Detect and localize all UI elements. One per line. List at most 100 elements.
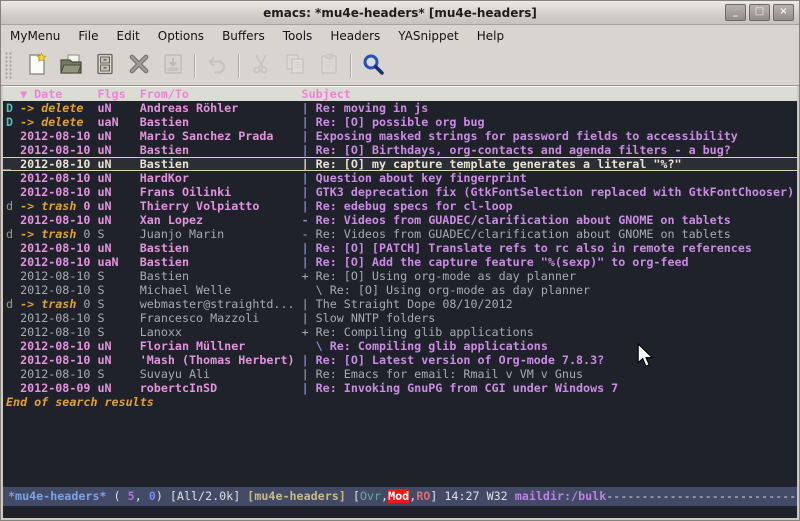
message-from: Andreas Röhler (140, 101, 302, 115)
message-from: Michael Welle (140, 283, 302, 297)
thread-indicator: | (302, 255, 316, 269)
message-row[interactable]: 2012-08-10 uN Xan Lopez - Re: Videos fro… (3, 213, 797, 227)
tool-bar (1, 47, 799, 86)
toolbar-separator (238, 54, 240, 78)
buffer-area: ▼ Date Flgs From/To Subject D -> delete … (3, 86, 797, 518)
message-row[interactable]: d -> trash 0 uN Thierry Volpiatto | Re: … (3, 199, 797, 213)
message-row[interactable]: 2012-08-10 S Suvayu Ali | Re: Emacs for … (3, 367, 797, 381)
message-flags: uN (97, 143, 139, 157)
toolbar-separator (194, 54, 196, 78)
modeline-segment: ] (430, 489, 444, 503)
toolbar-separator (350, 54, 352, 78)
thread-indicator: \ (302, 283, 330, 297)
message-row[interactable]: 2012-08-10 uN Bastien | Re: [O] my captu… (3, 157, 797, 171)
message-row[interactable]: 2012-08-10 uN Bastien | Re: [O] [PATCH] … (3, 241, 797, 255)
message-row[interactable]: 2012-08-10 uaN Bastien | Re: [O] Add the… (3, 255, 797, 269)
cut-icon (249, 52, 273, 80)
menu-item-tools[interactable]: Tools (283, 29, 313, 43)
message-flags: uN (97, 129, 139, 143)
message-row[interactable]: 2012-08-10 S Bastien + Re: [O] Using org… (3, 269, 797, 283)
end-of-search-results: End of search results (3, 395, 797, 409)
open-file-button[interactable] (54, 50, 88, 82)
file-cabinet-button[interactable] (88, 50, 122, 82)
menu-item-options[interactable]: Options (158, 29, 204, 43)
close-buffer-icon (127, 52, 151, 80)
thread-indicator: | (302, 143, 316, 157)
message-row[interactable]: D -> delete uN Andreas Röhler | Re: movi… (3, 101, 797, 115)
message-from: Mario Sanchez Prada (140, 129, 302, 143)
message-from: Bastien (140, 241, 302, 255)
message-row[interactable]: 2012-08-09 uN robertcInSD | Re: Invoking… (3, 381, 797, 395)
message-subject: Re: Invoking GnuPG from CGI under Window… (316, 381, 619, 395)
message-row[interactable]: d -> trash 0 S Juanjo Marin - Re: Videos… (3, 227, 797, 241)
message-subject: Re: [O] my capture template generates a … (316, 157, 682, 171)
mark-action-label: -> trash (20, 227, 76, 241)
message-flags: uN (97, 241, 139, 255)
message-subject: Slow NNTP folders (316, 311, 436, 325)
message-from: Florian Müllner (140, 339, 302, 353)
close-buffer-button[interactable] (122, 50, 156, 82)
message-subject: Re: [O] Birthdays, org-contacts and agen… (316, 143, 731, 157)
menu-item-headers[interactable]: Headers (330, 29, 380, 43)
window-title: emacs: *mu4e-headers* [mu4e-headers] (263, 6, 537, 20)
message-row[interactable]: 2012-08-10 S Michael Welle \ Re: [O] Usi… (3, 283, 797, 297)
message-row[interactable]: 2012-08-10 uN HardKor | Question about k… (3, 171, 797, 185)
mark-action-label: -> delete (20, 115, 83, 129)
modeline-segment: ---------------------------------------- (606, 489, 797, 503)
message-row[interactable]: 2012-08-10 uN Mario Sanchez Prada | Expo… (3, 129, 797, 143)
message-row[interactable]: 2012-08-10 S Francesco Mazzoli | Slow NN… (3, 311, 797, 325)
menu-item-edit[interactable]: Edit (117, 29, 140, 43)
menu-item-help[interactable]: Help (477, 29, 504, 43)
message-row[interactable]: D -> delete uaN Bastien | Re: [O] possib… (3, 115, 797, 129)
menu-item-buffers[interactable]: Buffers (222, 29, 265, 43)
message-row[interactable]: 2012-08-10 uN 'Mash (Thomas Herbert) | R… (3, 353, 797, 367)
close-button[interactable]: × (773, 4, 794, 21)
message-date: 2012-08-10 (20, 157, 97, 171)
menu-item-file[interactable]: File (78, 29, 98, 43)
mark-indicator: d (6, 199, 20, 213)
message-subject: Re: Emacs for email: Rmail v VM v Gnus (316, 367, 583, 381)
message-subject: GTK3 deprecation fix (GtkFontSelection r… (316, 185, 794, 199)
modeline-segment: Ovr (360, 489, 381, 503)
message-from: Bastien (140, 157, 302, 171)
modeline-segment: , (381, 489, 388, 503)
message-row[interactable]: 2012-08-10 uN Frans Oilinki | GTK3 depre… (3, 185, 797, 199)
copy-button (278, 50, 312, 82)
message-subject: Re: Videos from GUADEC/clarification abo… (316, 227, 731, 241)
mark-indicator: d (6, 297, 20, 311)
modeline-segment: Mod (388, 489, 409, 503)
thread-indicator: - (302, 213, 316, 227)
toolbar-grip-handle[interactable] (5, 52, 13, 80)
message-subject: Re: [O] Add the capture feature "%(sexp)… (316, 255, 689, 269)
maximize-button[interactable]: □ (749, 4, 770, 21)
thread-indicator: | (302, 185, 316, 199)
message-row[interactable]: 2012-08-10 S Lanoxx + Re: Compiling glib… (3, 325, 797, 339)
mark-action-count: 0 (76, 227, 97, 241)
message-row[interactable]: 2012-08-10 uN Florian Müllner \ Re: Comp… (3, 339, 797, 353)
message-flags: uN (97, 171, 139, 185)
message-subject: Re: edebug specs for cl-loop (316, 199, 513, 213)
message-flags: S (97, 311, 139, 325)
thread-indicator: + (302, 325, 316, 339)
message-date: 2012-08-10 (20, 185, 97, 199)
emacs-window: emacs: *mu4e-headers* [mu4e-headers] _□×… (0, 0, 800, 521)
new-file-button[interactable] (20, 50, 54, 82)
message-subject: Question about key fingerprint (316, 171, 527, 185)
copy-icon (283, 52, 307, 80)
mark-indicator (6, 269, 20, 283)
search-button[interactable] (356, 50, 390, 82)
message-row[interactable]: 2012-08-10 uN Bastien | Re: [O] Birthday… (3, 143, 797, 157)
minimize-button[interactable]: _ (725, 4, 746, 21)
thread-indicator: | (302, 171, 316, 185)
message-from: webmaster@straightd... (140, 297, 302, 311)
message-flags: uN (97, 157, 139, 171)
modeline-segment: RO (416, 489, 430, 503)
title-bar[interactable]: emacs: *mu4e-headers* [mu4e-headers] _□× (1, 1, 799, 25)
menu-item-mymenu[interactable]: MyMenu (10, 29, 60, 43)
message-row[interactable]: d -> trash 0 S webmaster@straightd... | … (3, 297, 797, 311)
message-from: Juanjo Marin (140, 227, 302, 241)
menu-item-yasnippet[interactable]: YASnippet (398, 29, 459, 43)
new-file-icon (25, 52, 49, 80)
message-date: 2012-08-10 (20, 269, 97, 283)
message-subject: Re: [O] Using org-mode as day planner (330, 283, 590, 297)
